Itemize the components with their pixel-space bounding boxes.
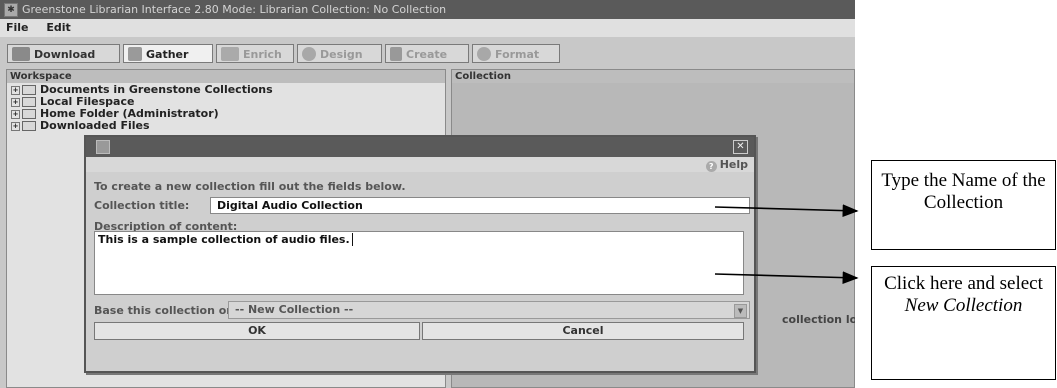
callout-select-new-collection: Click here and select New Collection <box>871 266 1056 380</box>
callout-type-name: Type the Name of the Collection <box>871 160 1056 250</box>
callout-emphasis: New Collection <box>904 295 1023 316</box>
arrow-to-base-select <box>714 271 859 284</box>
arrow-to-title-input <box>714 204 859 217</box>
